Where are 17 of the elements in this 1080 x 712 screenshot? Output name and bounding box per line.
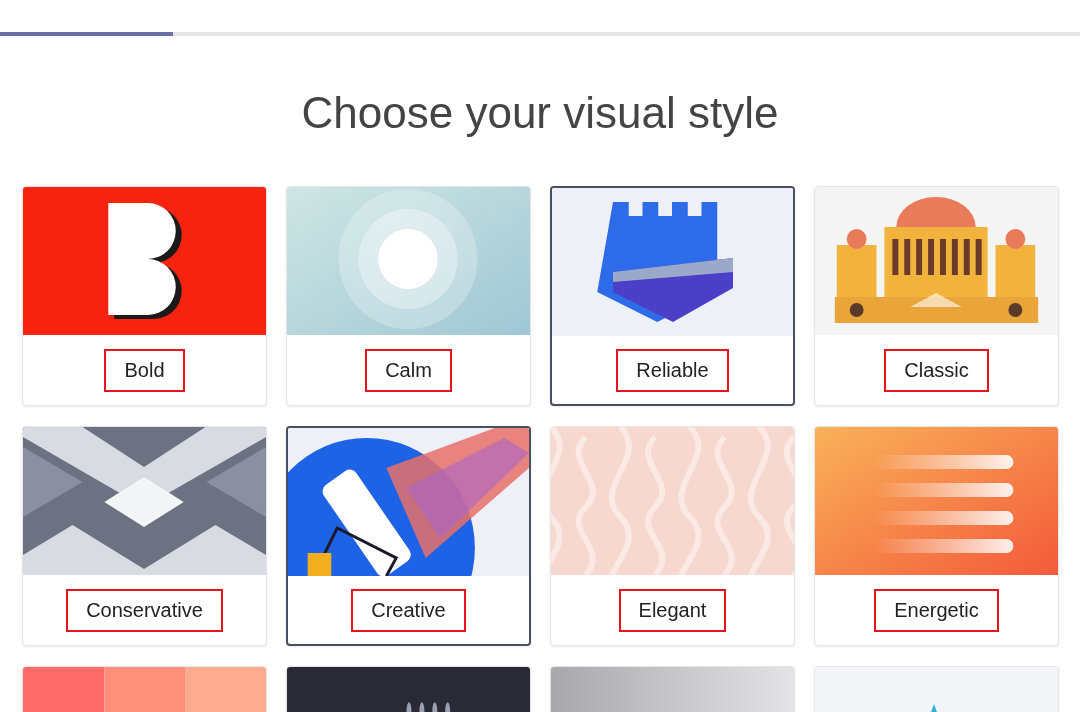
page-heading: Choose your visual style [300,87,780,139]
style-label: Classic [884,348,989,392]
style-card[interactable]: Energetic [814,426,1059,646]
style-label: Creative [351,588,466,632]
style-card[interactable]: Conservative [22,426,267,646]
style-card[interactable]: Elegant [550,426,795,646]
style-label: Elegant [618,588,727,632]
style-card[interactable]: Reliable [550,186,795,406]
style-label: Energetic [874,588,999,632]
style-card[interactable]: Classic [814,186,1059,406]
style-card[interactable]: Bold [22,186,267,406]
style-label: Calm [365,348,452,392]
style-card[interactable]: Creative [286,426,531,646]
style-label: Bold [104,348,185,392]
style-card[interactable]: Calm [286,186,531,406]
style-label: Conservative [66,588,223,632]
style-label: Reliable [616,348,729,392]
